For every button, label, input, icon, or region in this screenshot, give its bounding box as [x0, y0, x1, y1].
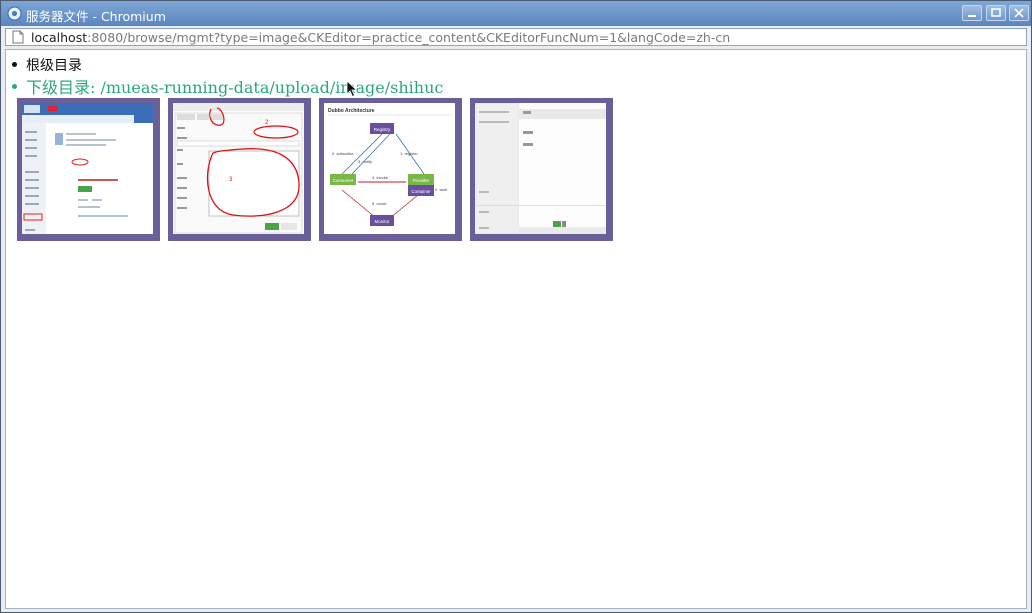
ui-screenshot-image: [475, 103, 606, 234]
close-button[interactable]: [1009, 5, 1029, 21]
title-bar: 服务器文件 - Chromium: [1, 1, 1031, 26]
edge-invoke: 4. invoke: [372, 175, 389, 180]
mouse-cursor-icon: [346, 80, 358, 98]
maximize-button[interactable]: [986, 5, 1006, 21]
edge-count: 5. count: [372, 201, 387, 206]
bullet-icon: [12, 84, 17, 89]
url-text: localhost:8080/browse/mgmt?type=image&CK…: [31, 30, 730, 45]
thumbnail-image-1: [22, 103, 153, 234]
thumbnail-image-2: 3 2: [173, 103, 304, 234]
page-content: 根级目录 下级目录: /mueas-running-data/upload/im…: [5, 49, 1027, 609]
node-registry: Registry: [374, 127, 391, 132]
browser-window: 服务器文件 - Chromium localhost:8080/browse/m…: [0, 0, 1032, 613]
image-thumbnail-4[interactable]: [470, 98, 613, 241]
edge-subscribe: 2. subscribe: [332, 151, 354, 156]
edge-notify: 3. notify: [358, 159, 372, 164]
address-bar[interactable]: localhost:8080/browse/mgmt?type=image&CK…: [5, 28, 1027, 46]
page-icon: [12, 30, 24, 44]
dubbo-architecture-image: Dubbo Architecture Registry Consumer Pro…: [328, 108, 451, 226]
node-container: Container: [411, 189, 431, 194]
image-thumbnail-3[interactable]: Dubbo Architecture Registry Consumer Pro…: [319, 98, 462, 241]
url-host: localhost: [31, 30, 88, 45]
diagram-title: Dubbo Architecture: [328, 108, 375, 114]
node-consumer: Consumer: [333, 178, 354, 183]
root-directory-item[interactable]: 根级目录: [12, 55, 82, 75]
chromium-icon: [7, 6, 22, 21]
image-thumbnail-2[interactable]: 3 2: [168, 98, 311, 241]
edge-start: 0. start: [435, 187, 448, 192]
root-directory-label: 根级目录: [26, 58, 82, 74]
thumbnail-image-4: [475, 103, 606, 234]
admin-screenshot-image: [22, 103, 153, 234]
sub-directory-item[interactable]: 下级目录: /mueas-running-data/upload/image/s…: [12, 74, 443, 98]
bullet-icon: [12, 61, 17, 67]
sub-directory-label: 下级目录: /mueas-running-data/upload/image/s…: [26, 78, 444, 97]
url-path: :8080/browse/mgmt?type=image&CKEditor=pr…: [87, 30, 731, 45]
node-provider: Provider: [413, 178, 430, 183]
close-icon: [1014, 8, 1024, 18]
dialog-screenshot-image: 3 2: [173, 103, 304, 234]
edge-register: 1. register: [400, 151, 418, 156]
image-thumbnail-1[interactable]: [17, 98, 160, 241]
node-monitor: Monitor: [374, 219, 390, 224]
thumbnail-image-3: Dubbo Architecture Registry Consumer Pro…: [324, 103, 455, 234]
window-title: 服务器文件 - Chromium: [26, 9, 166, 24]
minimize-button[interactable]: [962, 5, 982, 21]
minimize-icon: [968, 15, 976, 17]
maximize-icon: [991, 8, 1001, 17]
